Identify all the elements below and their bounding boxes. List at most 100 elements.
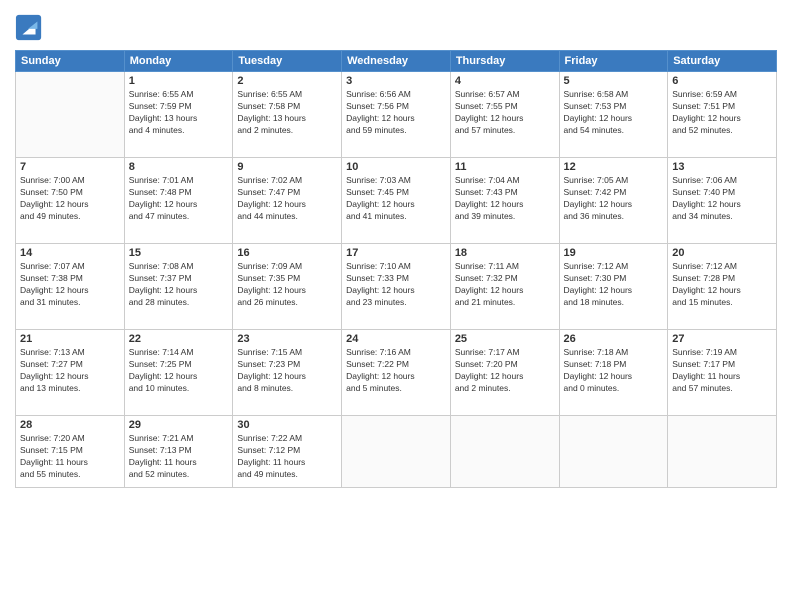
day-number: 17 <box>346 247 446 259</box>
calendar-cell <box>450 416 559 488</box>
day-number: 24 <box>346 333 446 345</box>
calendar-cell: 22 Sunrise: 7:14 AMSunset: 7:25 PMDayligh… <box>124 330 233 416</box>
day-number: 8 <box>129 161 229 173</box>
day-number: 20 <box>672 247 772 259</box>
logo <box>15 14 45 42</box>
day-number: 28 <box>20 419 120 431</box>
day-info: Sunrise: 6:58 AMSunset: 7:53 PMDaylight:… <box>564 89 664 137</box>
day-info: Sunrise: 7:20 AMSunset: 7:15 PMDaylight:… <box>20 433 120 481</box>
day-number: 12 <box>564 161 664 173</box>
day-info: Sunrise: 7:12 AMSunset: 7:30 PMDaylight:… <box>564 261 664 309</box>
calendar-cell: 17 Sunrise: 7:10 AMSunset: 7:33 PMDayligh… <box>342 244 451 330</box>
day-info: Sunrise: 7:09 AMSunset: 7:35 PMDaylight:… <box>237 261 337 309</box>
day-info: Sunrise: 7:14 AMSunset: 7:25 PMDaylight:… <box>129 347 229 395</box>
weekday-header-thursday: Thursday <box>450 51 559 72</box>
calendar-cell: 3 Sunrise: 6:56 AMSunset: 7:56 PMDaylight… <box>342 72 451 158</box>
day-info: Sunrise: 7:22 AMSunset: 7:12 PMDaylight:… <box>237 433 337 481</box>
day-number: 3 <box>346 75 446 87</box>
day-info: Sunrise: 6:59 AMSunset: 7:51 PMDaylight:… <box>672 89 772 137</box>
calendar-cell: 30 Sunrise: 7:22 AMSunset: 7:12 PMDayligh… <box>233 416 342 488</box>
day-info: Sunrise: 7:15 AMSunset: 7:23 PMDaylight:… <box>237 347 337 395</box>
day-info: Sunrise: 6:55 AMSunset: 7:58 PMDaylight:… <box>237 89 337 137</box>
calendar-week-2: 7 Sunrise: 7:00 AMSunset: 7:50 PMDaylight… <box>16 158 777 244</box>
day-info: Sunrise: 7:08 AMSunset: 7:37 PMDaylight:… <box>129 261 229 309</box>
day-info: Sunrise: 7:13 AMSunset: 7:27 PMDaylight:… <box>20 347 120 395</box>
day-info: Sunrise: 7:10 AMSunset: 7:33 PMDaylight:… <box>346 261 446 309</box>
calendar-cell: 18 Sunrise: 7:11 AMSunset: 7:32 PMDayligh… <box>450 244 559 330</box>
day-number: 2 <box>237 75 337 87</box>
weekday-header-tuesday: Tuesday <box>233 51 342 72</box>
calendar-cell: 8 Sunrise: 7:01 AMSunset: 7:48 PMDaylight… <box>124 158 233 244</box>
day-number: 25 <box>455 333 555 345</box>
day-number: 7 <box>20 161 120 173</box>
calendar-cell: 1 Sunrise: 6:55 AMSunset: 7:59 PMDaylight… <box>124 72 233 158</box>
day-number: 4 <box>455 75 555 87</box>
day-number: 6 <box>672 75 772 87</box>
calendar-cell: 20 Sunrise: 7:12 AMSunset: 7:28 PMDayligh… <box>668 244 777 330</box>
day-number: 27 <box>672 333 772 345</box>
day-number: 10 <box>346 161 446 173</box>
page-header <box>15 10 777 42</box>
calendar-week-4: 21 Sunrise: 7:13 AMSunset: 7:27 PMDayligh… <box>16 330 777 416</box>
calendar-cell: 21 Sunrise: 7:13 AMSunset: 7:27 PMDayligh… <box>16 330 125 416</box>
calendar-cell: 9 Sunrise: 7:02 AMSunset: 7:47 PMDaylight… <box>233 158 342 244</box>
calendar-cell: 7 Sunrise: 7:00 AMSunset: 7:50 PMDaylight… <box>16 158 125 244</box>
calendar-cell: 15Sunrise: 7:08 AMSunset: 7:37 PMDayligh… <box>124 244 233 330</box>
day-number: 21 <box>20 333 120 345</box>
day-number: 30 <box>237 419 337 431</box>
day-info: Sunrise: 6:57 AMSunset: 7:55 PMDaylight:… <box>455 89 555 137</box>
day-number: 1 <box>129 75 229 87</box>
day-info: Sunrise: 7:18 AMSunset: 7:18 PMDaylight:… <box>564 347 664 395</box>
day-number: 16 <box>237 247 337 259</box>
day-info: Sunrise: 7:02 AMSunset: 7:47 PMDaylight:… <box>237 175 337 223</box>
day-number: 26 <box>564 333 664 345</box>
calendar-cell <box>342 416 451 488</box>
day-number: 13 <box>672 161 772 173</box>
day-number: 9 <box>237 161 337 173</box>
weekday-header-saturday: Saturday <box>668 51 777 72</box>
calendar-cell: 10 Sunrise: 7:03 AMSunset: 7:45 PMDayligh… <box>342 158 451 244</box>
calendar-cell: 16 Sunrise: 7:09 AMSunset: 7:35 PMDayligh… <box>233 244 342 330</box>
logo-icon <box>15 14 43 42</box>
calendar-cell: 29 Sunrise: 7:21 AMSunset: 7:13 PMDayligh… <box>124 416 233 488</box>
day-info: Sunrise: 7:19 AMSunset: 7:17 PMDaylight:… <box>672 347 772 395</box>
day-info: Sunrise: 7:06 AMSunset: 7:40 PMDaylight:… <box>672 175 772 223</box>
day-info: Sunrise: 7:21 AMSunset: 7:13 PMDaylight:… <box>129 433 229 481</box>
calendar-cell: 28 Sunrise: 7:20 AMSunset: 7:15 PMDayligh… <box>16 416 125 488</box>
day-number: 23 <box>237 333 337 345</box>
day-info: Sunrise: 7:17 AMSunset: 7:20 PMDaylight:… <box>455 347 555 395</box>
calendar-cell <box>559 416 668 488</box>
calendar-week-5: 28 Sunrise: 7:20 AMSunset: 7:15 PMDayligh… <box>16 416 777 488</box>
day-info: Sunrise: 7:11 AMSunset: 7:32 PMDaylight:… <box>455 261 555 309</box>
calendar-cell: 19 Sunrise: 7:12 AMSunset: 7:30 PMDayligh… <box>559 244 668 330</box>
day-info: Sunrise: 7:03 AMSunset: 7:45 PMDaylight:… <box>346 175 446 223</box>
weekday-header-row: SundayMondayTuesdayWednesdayThursdayFrid… <box>16 51 777 72</box>
calendar-week-3: 14Sunrise: 7:07 AMSunset: 7:38 PMDayligh… <box>16 244 777 330</box>
weekday-header-monday: Monday <box>124 51 233 72</box>
weekday-header-wednesday: Wednesday <box>342 51 451 72</box>
calendar-cell: 6 Sunrise: 6:59 AMSunset: 7:51 PMDaylight… <box>668 72 777 158</box>
day-info: Sunrise: 7:00 AMSunset: 7:50 PMDaylight:… <box>20 175 120 223</box>
day-info: Sunrise: 7:05 AMSunset: 7:42 PMDaylight:… <box>564 175 664 223</box>
day-number: 18 <box>455 247 555 259</box>
calendar-cell: 13 Sunrise: 7:06 AMSunset: 7:40 PMDayligh… <box>668 158 777 244</box>
day-info: Sunrise: 7:12 AMSunset: 7:28 PMDaylight:… <box>672 261 772 309</box>
calendar-cell: 12 Sunrise: 7:05 AMSunset: 7:42 PMDayligh… <box>559 158 668 244</box>
calendar-table: SundayMondayTuesdayWednesdayThursdayFrid… <box>15 50 777 488</box>
day-number: 29 <box>129 419 229 431</box>
day-info: Sunrise: 6:56 AMSunset: 7:56 PMDaylight:… <box>346 89 446 137</box>
weekday-header-friday: Friday <box>559 51 668 72</box>
calendar-cell: 14Sunrise: 7:07 AMSunset: 7:38 PMDayligh… <box>16 244 125 330</box>
day-number: 22 <box>129 333 229 345</box>
calendar-cell: 24 Sunrise: 7:16 AMSunset: 7:22 PMDayligh… <box>342 330 451 416</box>
calendar-cell <box>668 416 777 488</box>
day-number: 14 <box>20 247 120 259</box>
calendar-cell: 5Sunrise: 6:58 AMSunset: 7:53 PMDaylight… <box>559 72 668 158</box>
calendar-cell <box>16 72 125 158</box>
day-info: Sunrise: 7:16 AMSunset: 7:22 PMDaylight:… <box>346 347 446 395</box>
day-info: Sunrise: 6:55 AMSunset: 7:59 PMDaylight:… <box>129 89 229 137</box>
calendar-cell: 23 Sunrise: 7:15 AMSunset: 7:23 PMDayligh… <box>233 330 342 416</box>
calendar-cell: 25 Sunrise: 7:17 AMSunset: 7:20 PMDayligh… <box>450 330 559 416</box>
day-info: Sunrise: 7:01 AMSunset: 7:48 PMDaylight:… <box>129 175 229 223</box>
day-number: 19 <box>564 247 664 259</box>
